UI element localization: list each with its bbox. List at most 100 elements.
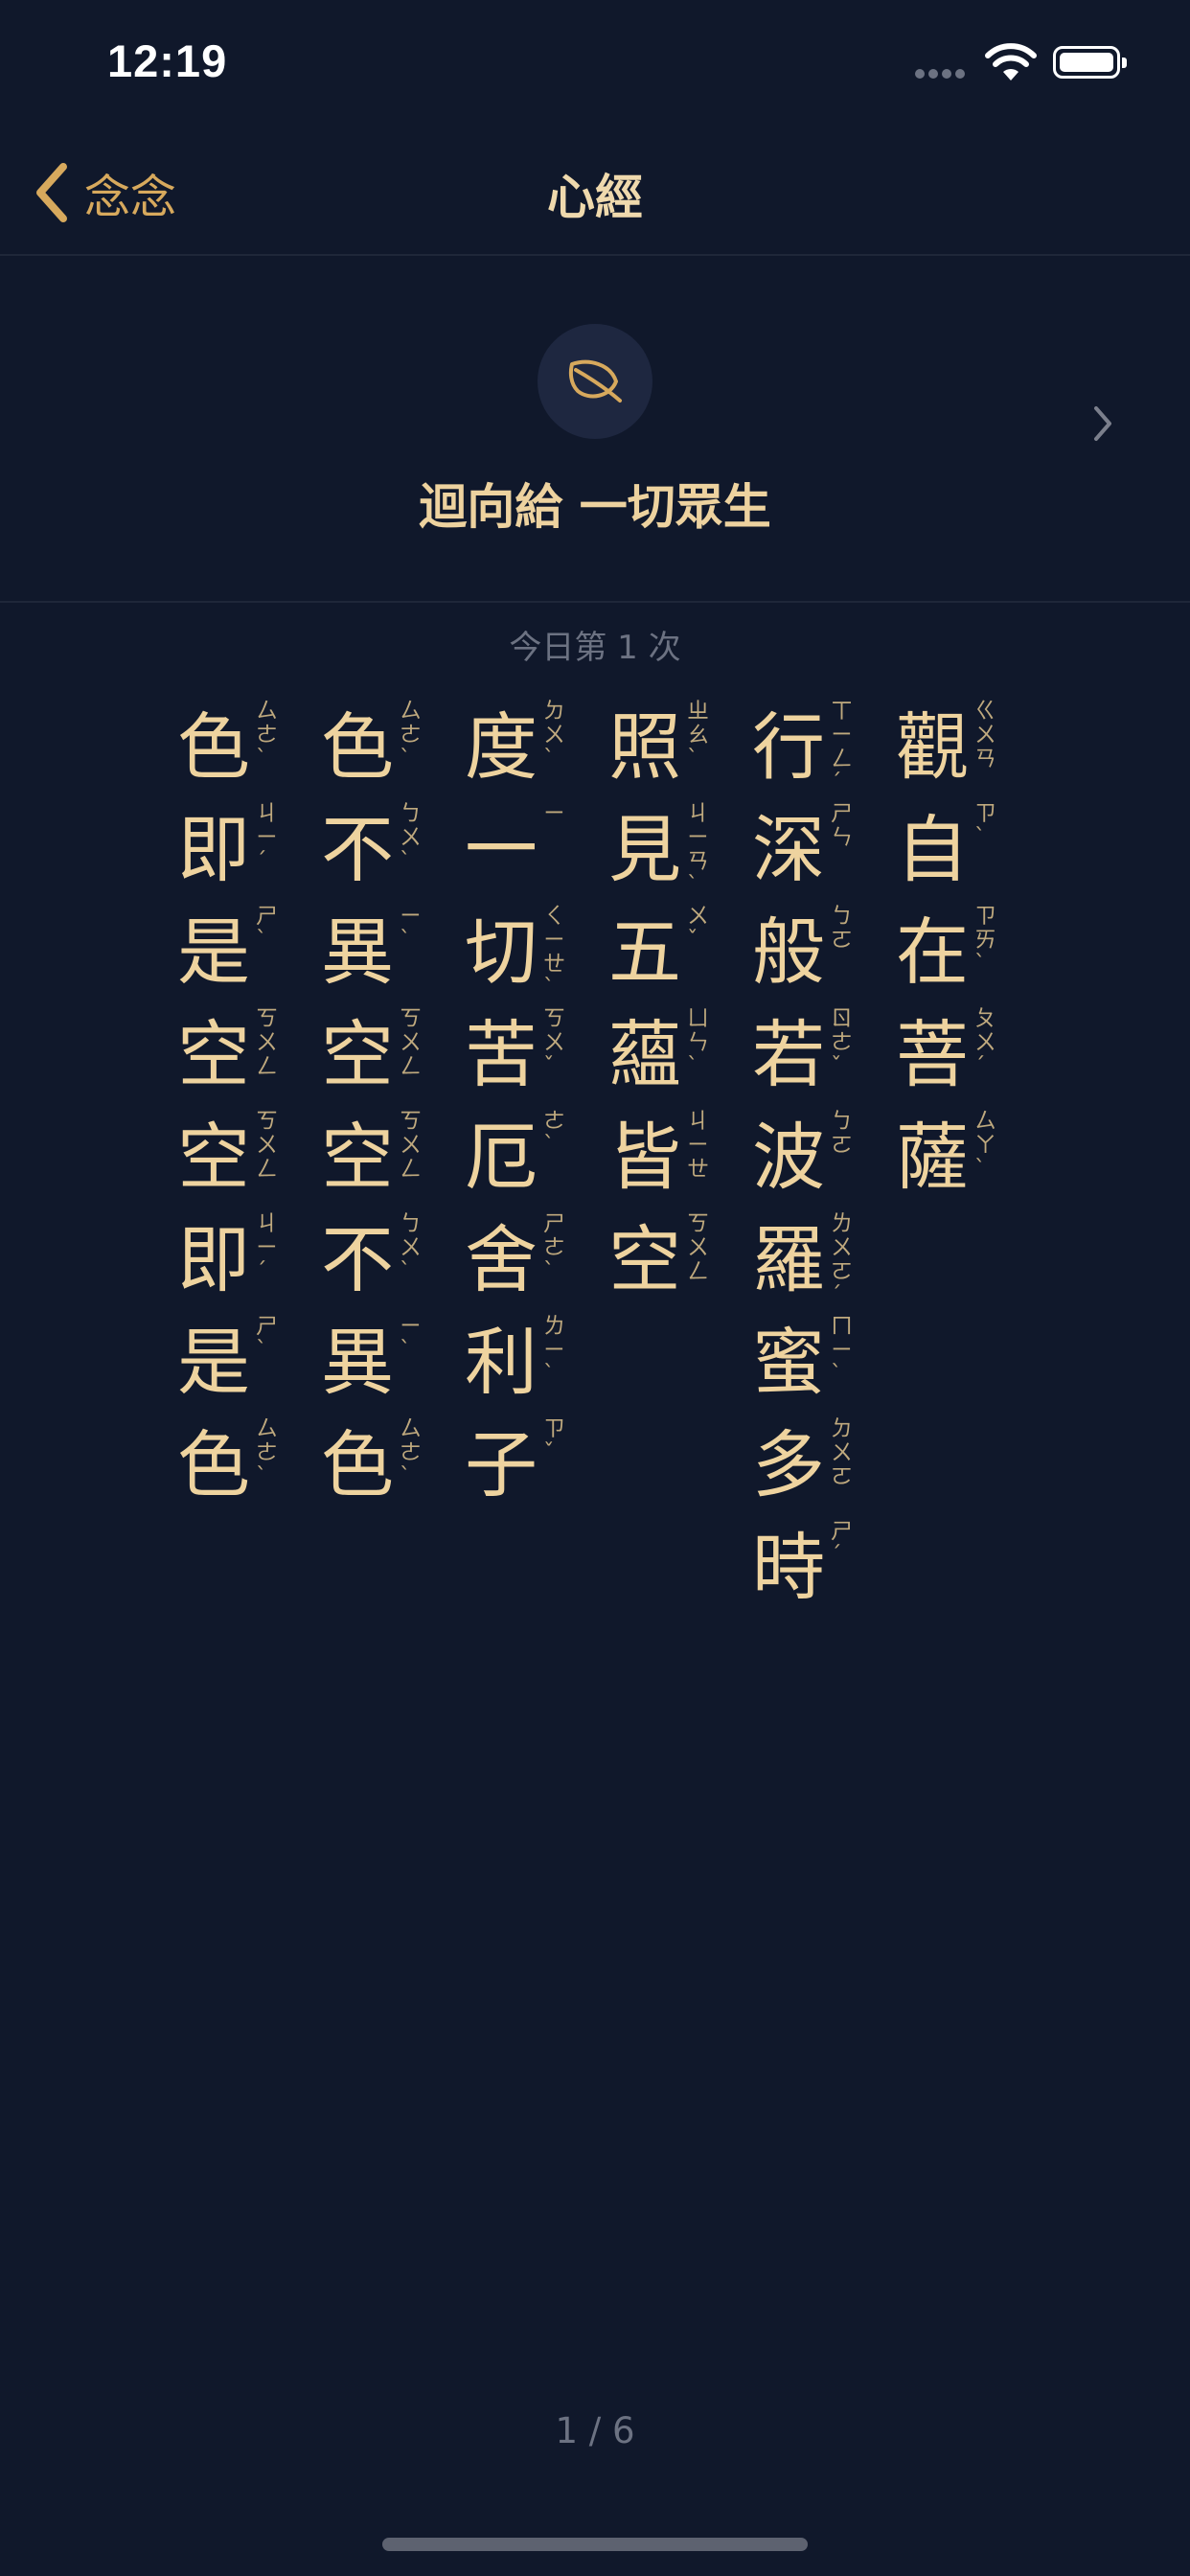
zhuyin: ㄧ ˋ [400,1314,422,1363]
zhuyin: ㄅ ㄨ ˋ [400,1211,422,1284]
hanzi: 見 [608,807,681,892]
sutra-column: 色ㄙ ㄜ ˋ不ㄅ ㄨ ˋ異ㄧ ˋ空ㄎ ㄨ ㄥ空ㄎ ㄨ ㄥ不ㄅ ㄨ ˋ異ㄧ ˋ色ㄙ… [321,700,426,1520]
hanzi: 蜜 [752,1320,825,1405]
sutra-character: 空ㄎ ㄨ ㄥ [321,1007,426,1110]
zhuyin: ㄐ ㄧ ˊ [256,801,278,874]
hanzi: 照 [608,704,681,790]
hanzi: 空 [177,1115,250,1200]
zhuyin: ㄍ ㄨ ㄢ [974,699,996,771]
page-title: 心經 [547,170,643,225]
hanzi: 若 [752,1012,825,1097]
sutra-character: 是ㄕ ˋ [177,1315,283,1417]
hanzi: 薩 [896,1115,969,1200]
sutra-column: 照ㄓ ㄠ ˋ見ㄐ ㄧ ㄢ ˋ五ㄨ ˇ蘊ㄩ ㄣ ˋ皆ㄐ ㄧ ㄝ空ㄎ ㄨ ㄥ [608,700,714,1315]
sutra-character: 行ㄒ ㄧ ㄥ ˊ [752,700,858,802]
hanzi: 不 [321,1217,394,1302]
sutra-character: 子ㄗ ˇ [465,1417,570,1520]
hanzi: 多 [752,1422,825,1507]
hanzi: 厄 [465,1115,538,1200]
zhuyin: ㄎ ㄨ ㄥ [687,1211,709,1284]
hanzi: 菩 [896,1012,969,1097]
hanzi: 時 [752,1525,825,1610]
sutra-character: 五ㄨ ˇ [608,905,714,1007]
status-bar: 12:19 [0,0,1190,125]
sutra-character: 不ㄅ ㄨ ˋ [321,1212,426,1315]
hanzi: 度 [465,704,538,790]
sutra-character: 般ㄅ ㄛ [752,905,858,1007]
zhuyin: ㄗ ˇ [543,1416,565,1465]
sutra-character: 是ㄕ ˋ [177,905,283,1007]
zhuyin: ㄓ ㄠ ˋ [687,699,709,771]
sutra-character: 蜜ㄇ ㄧ ˋ [752,1315,858,1417]
sutra-character: 觀ㄍ ㄨ ㄢ [896,700,1001,802]
hanzi: 空 [608,1217,681,1302]
sutra-character: 即ㄐ ㄧ ˊ [177,1212,283,1315]
zhuyin: ㄎ ㄨ ㄥ [256,1006,278,1079]
sutra-character: 波ㄅ ㄛ [752,1110,858,1212]
hanzi: 觀 [896,704,969,790]
zhuyin: ㄐ ㄧ ㄝ [687,1109,709,1182]
zhuyin: ㄕ ˋ [256,904,278,953]
zhuyin: ㄙ ㄜ ˋ [256,699,278,771]
battery-icon [1053,46,1127,79]
zhuyin: ㄐ ㄧ ˊ [256,1211,278,1284]
zhuyin: ㄅ ㄛ [831,1109,853,1158]
zhuyin: ㄜ ˋ [543,1109,565,1158]
zhuyin: ㄧ [543,801,565,826]
hanzi: 是 [177,909,250,995]
zhuyin: ㄧ ˋ [400,904,422,953]
sutra-column: 觀ㄍ ㄨ ㄢ自ㄗ ˋ在ㄗ ㄞ ˋ菩ㄆ ㄨ ˊ薩ㄙ ㄚ ˋ [896,700,1001,1212]
zhuyin: ㄕ ˊ [831,1519,853,1568]
hanzi: 是 [177,1320,250,1405]
chevron-right-icon [1094,406,1111,441]
sutra-character: 即ㄐ ㄧ ˊ [177,802,283,905]
sutra-character: 薩ㄙ ㄚ ˋ [896,1110,1001,1212]
hanzi: 般 [752,909,825,995]
leaf-icon-badge [538,324,652,439]
zhuyin: ㄉ ㄨ ㄛ [831,1416,853,1489]
zhuyin: ㄎ ㄨ ˇ [543,1006,565,1079]
zhuyin: ㄕ ㄜ ˋ [543,1211,565,1284]
page-indicator: 1 / 6 [555,2410,635,2451]
status-time: 12:19 [107,35,228,86]
dedication-row[interactable]: 迴向給 一切眾生 [0,256,1190,603]
zhuyin: ㄌ ㄧ ˋ [543,1314,565,1387]
hanzi: 色 [321,1422,394,1507]
sutra-character: 利ㄌ ㄧ ˋ [465,1315,570,1417]
zhuyin: ㄗ ㄞ ˋ [974,904,996,977]
sutra-character: 若ㄖ ㄜ ˇ [752,1007,858,1110]
hanzi: 深 [752,807,825,892]
hanzi: 異 [321,909,394,995]
sutra-character: 在ㄗ ㄞ ˋ [896,905,1001,1007]
sutra-character: 空ㄎ ㄨ ㄥ [321,1110,426,1212]
hanzi: 五 [608,909,681,995]
zhuyin: ㄗ ˋ [974,801,996,850]
hanzi: 不 [321,807,394,892]
signal-icon [915,69,965,79]
sutra-character: 苦ㄎ ㄨ ˇ [465,1007,570,1110]
zhuyin: ㄐ ㄧ ㄢ ˋ [687,801,709,898]
sutra-text: 觀ㄍ ㄨ ㄢ自ㄗ ˋ在ㄗ ㄞ ˋ菩ㄆ ㄨ ˊ薩ㄙ ㄚ ˋ行ㄒ ㄧ ㄥ ˊ深ㄕ ㄣ… [0,700,1190,1658]
hanzi: 即 [177,807,250,892]
sutra-character: 色ㄙ ㄜ ˋ [177,1417,283,1520]
hanzi: 空 [177,1012,250,1097]
sutra-character: 空ㄎ ㄨ ㄥ [177,1110,283,1212]
zhuyin: ㄎ ㄨ ㄥ [400,1109,422,1182]
hanzi: 色 [177,704,250,790]
home-indicator[interactable] [382,2538,808,2551]
zhuyin: ㄎ ㄨ ㄥ [400,1006,422,1079]
sutra-character: 度ㄉ ㄨ ˋ [465,700,570,802]
zhuyin: ㄙ ㄜ ˋ [256,1416,278,1489]
zhuyin: ㄙ ㄚ ˋ [974,1109,996,1182]
hanzi: 皆 [608,1115,681,1200]
today-count: 今日第 1 次 [509,629,681,667]
sutra-character: 照ㄓ ㄠ ˋ [608,700,714,802]
sutra-column: 度ㄉ ㄨ ˋ一ㄧ切ㄑ ㄧ ㄝ ˋ苦ㄎ ㄨ ˇ厄ㄜ ˋ舍ㄕ ㄜ ˋ利ㄌ ㄧ ˋ子ㄗ… [465,700,570,1520]
hanzi: 行 [752,704,825,790]
sutra-character: 切ㄑ ㄧ ㄝ ˋ [465,905,570,1007]
zhuyin: ㄕ ˋ [256,1314,278,1363]
zhuyin: ㄆ ㄨ ˊ [974,1006,996,1079]
sutra-character: 不ㄅ ㄨ ˋ [321,802,426,905]
sutra-character: 空ㄎ ㄨ ㄥ [177,1007,283,1110]
hanzi: 切 [465,909,538,995]
